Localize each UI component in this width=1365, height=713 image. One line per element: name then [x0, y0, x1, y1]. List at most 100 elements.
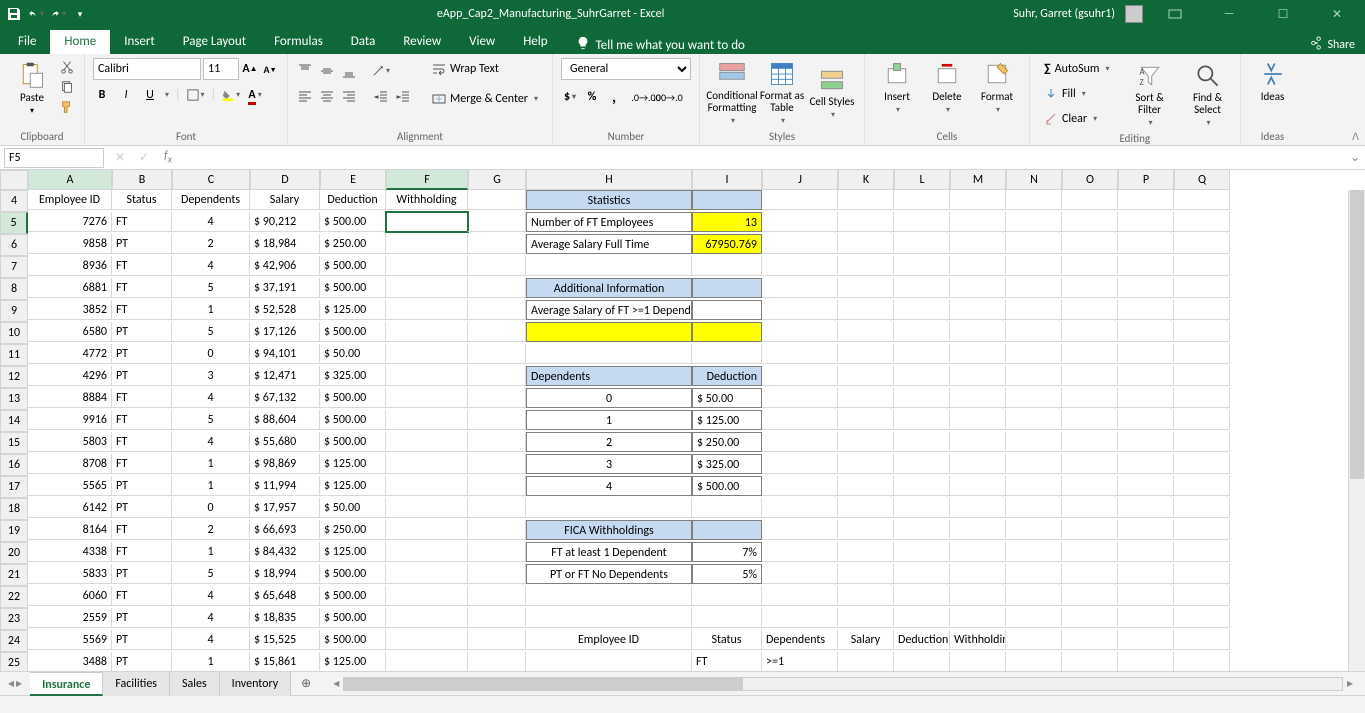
- cell-B6[interactable]: PT: [112, 234, 172, 254]
- col-header-P[interactable]: P: [1118, 170, 1174, 190]
- col-header-H[interactable]: H: [526, 170, 692, 190]
- cell-L11[interactable]: [894, 344, 950, 364]
- row-header-22[interactable]: 22: [0, 586, 28, 608]
- cell-J15[interactable]: [762, 432, 838, 452]
- cell-P13[interactable]: [1118, 388, 1174, 408]
- cell-D24[interactable]: $ 15,525: [250, 630, 320, 650]
- cell-K21[interactable]: [838, 564, 894, 584]
- cell-L13[interactable]: [894, 388, 950, 408]
- cell-A11[interactable]: 4772: [28, 344, 112, 364]
- cell-N17[interactable]: [1006, 476, 1062, 496]
- cell-J16[interactable]: [762, 454, 838, 474]
- cell-D23[interactable]: $ 18,835: [250, 608, 320, 628]
- name-box[interactable]: [4, 148, 104, 168]
- cell-I9[interactable]: [692, 300, 762, 320]
- close-icon[interactable]: ✕: [1315, 0, 1359, 28]
- cell-G25[interactable]: [468, 652, 526, 671]
- cell-B24[interactable]: PT: [112, 630, 172, 650]
- cell-N9[interactable]: [1006, 300, 1062, 320]
- delete-cells-button[interactable]: Delete: [923, 58, 971, 115]
- cell-B8[interactable]: FT: [112, 278, 172, 298]
- share-icon[interactable]: [1309, 36, 1323, 54]
- cell-L6[interactable]: [894, 234, 950, 254]
- sort-filter-button[interactable]: AZSort & Filter: [1126, 60, 1174, 128]
- col-header-K[interactable]: K: [838, 170, 894, 190]
- cell-J11[interactable]: [762, 344, 838, 364]
- row-header-9[interactable]: 9: [0, 300, 28, 322]
- cell-Q16[interactable]: [1174, 454, 1230, 474]
- cell-J19[interactable]: [762, 520, 838, 540]
- cell-M10[interactable]: [950, 322, 1006, 342]
- cell-L8[interactable]: [894, 278, 950, 298]
- align-center-icon[interactable]: [318, 88, 336, 106]
- cell-L23[interactable]: [894, 608, 950, 628]
- row-header-18[interactable]: 18: [0, 498, 28, 520]
- cell-C21[interactable]: 5: [172, 564, 250, 584]
- cell-H20[interactable]: FT at least 1 Dependent: [526, 542, 692, 562]
- cell-Q21[interactable]: [1174, 564, 1230, 584]
- cell-M5[interactable]: [950, 212, 1006, 232]
- cell-F4[interactable]: Withholding: [386, 190, 468, 210]
- cell-J9[interactable]: [762, 300, 838, 320]
- row-header-14[interactable]: 14: [0, 410, 28, 432]
- cell-N7[interactable]: [1006, 256, 1062, 276]
- cell-I19[interactable]: [692, 520, 762, 540]
- cell-O8[interactable]: [1062, 278, 1118, 298]
- cell-H23[interactable]: [526, 608, 692, 628]
- cell-H13[interactable]: 0: [526, 388, 692, 408]
- col-header-I[interactable]: I: [692, 170, 762, 190]
- insert-cells-button[interactable]: Insert: [873, 58, 921, 115]
- cell-L14[interactable]: [894, 410, 950, 430]
- cell-H19[interactable]: FICA Withholdings: [526, 520, 692, 540]
- cell-Q7[interactable]: [1174, 256, 1230, 276]
- cell-P9[interactable]: [1118, 300, 1174, 320]
- col-header-J[interactable]: J: [762, 170, 838, 190]
- cell-M11[interactable]: [950, 344, 1006, 364]
- cell-K20[interactable]: [838, 542, 894, 562]
- cell-L17[interactable]: [894, 476, 950, 496]
- cell-I4[interactable]: [692, 190, 762, 210]
- row-header-6[interactable]: 6: [0, 234, 28, 256]
- cell-C24[interactable]: 4: [172, 630, 250, 650]
- cell-I24[interactable]: Status: [692, 630, 762, 650]
- cell-D7[interactable]: $ 42,906: [250, 256, 320, 276]
- cell-C8[interactable]: 5: [172, 278, 250, 298]
- cell-P5[interactable]: [1118, 212, 1174, 232]
- cell-O9[interactable]: [1062, 300, 1118, 320]
- cell-F14[interactable]: [386, 410, 468, 430]
- cell-N11[interactable]: [1006, 344, 1062, 364]
- cell-M14[interactable]: [950, 410, 1006, 430]
- cell-L5[interactable]: [894, 212, 950, 232]
- cell-D10[interactable]: $ 17,126: [250, 322, 320, 342]
- cell-N19[interactable]: [1006, 520, 1062, 540]
- cell-I25[interactable]: FT: [692, 652, 762, 671]
- tab-formulas[interactable]: Formulas: [260, 30, 337, 54]
- cell-F10[interactable]: [386, 322, 468, 342]
- cell-E18[interactable]: $ 50.00: [320, 498, 386, 518]
- cell-A10[interactable]: 6580: [28, 322, 112, 342]
- col-header-N[interactable]: N: [1006, 170, 1062, 190]
- cell-O13[interactable]: [1062, 388, 1118, 408]
- cell-I6[interactable]: 67950.769: [692, 234, 762, 254]
- cell-O21[interactable]: [1062, 564, 1118, 584]
- cell-K18[interactable]: [838, 498, 894, 518]
- cell-F21[interactable]: [386, 564, 468, 584]
- cell-A18[interactable]: 6142: [28, 498, 112, 518]
- paste-button[interactable]: Paste▾: [8, 59, 56, 116]
- italic-icon[interactable]: I: [117, 86, 135, 104]
- cell-G16[interactable]: [468, 454, 526, 474]
- cell-N23[interactable]: [1006, 608, 1062, 628]
- cell-M12[interactable]: [950, 366, 1006, 386]
- autosum-button[interactable]: ∑AutoSum: [1038, 58, 1116, 80]
- cell-E8[interactable]: $ 500.00: [320, 278, 386, 298]
- user-avatar-icon[interactable]: [1125, 5, 1143, 23]
- cell-M21[interactable]: [950, 564, 1006, 584]
- col-header-A[interactable]: A: [28, 170, 112, 190]
- orientation-icon[interactable]: [372, 62, 390, 80]
- cell-M23[interactable]: [950, 608, 1006, 628]
- cell-Q23[interactable]: [1174, 608, 1230, 628]
- cell-A4[interactable]: Employee ID: [28, 190, 112, 210]
- cell-M25[interactable]: [950, 652, 1006, 671]
- col-header-O[interactable]: O: [1062, 170, 1118, 190]
- cell-O20[interactable]: [1062, 542, 1118, 562]
